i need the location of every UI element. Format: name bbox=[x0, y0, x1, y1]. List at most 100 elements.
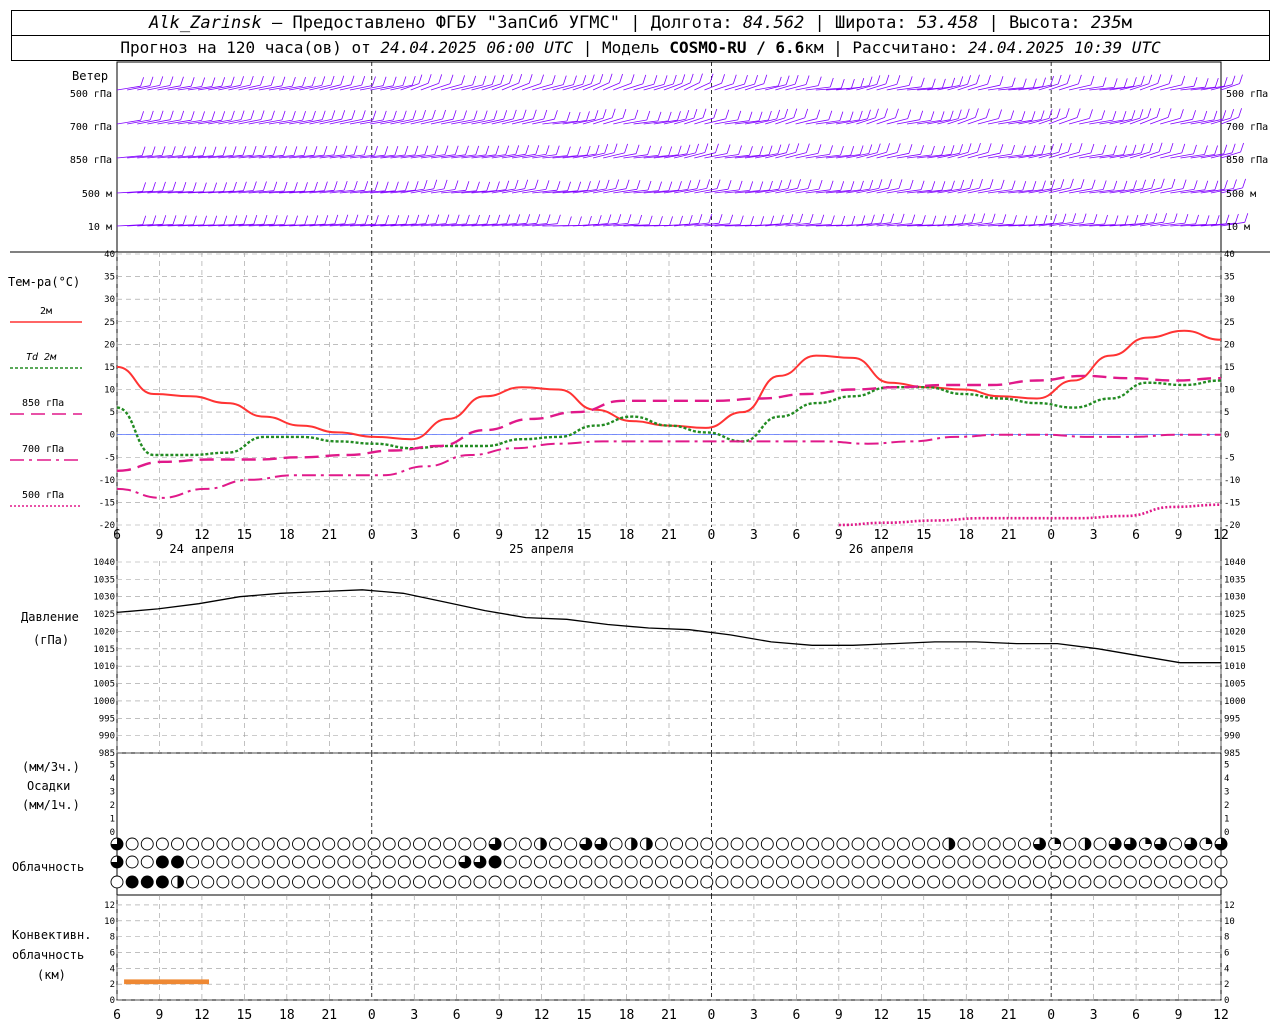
wind-barb-feather bbox=[663, 75, 668, 85]
wind-barb-feather bbox=[333, 181, 338, 191]
cloud-cover-mark bbox=[972, 875, 986, 889]
wind-barb-feather bbox=[594, 110, 599, 120]
wind-barb-feather bbox=[496, 181, 500, 191]
wind-barb-feather bbox=[340, 75, 345, 85]
cloud-cover-mark bbox=[549, 875, 563, 889]
cloud-circle bbox=[261, 875, 275, 889]
cloud-circle bbox=[140, 875, 154, 889]
cloud-fill bbox=[1205, 838, 1212, 844]
cloud-cover-mark bbox=[125, 855, 139, 869]
wind-barb-feather bbox=[768, 110, 772, 121]
cloud-fill bbox=[177, 876, 184, 889]
cloud-cover-mark bbox=[292, 855, 305, 869]
wind-barb bbox=[349, 85, 373, 91]
wind-barb-feather bbox=[522, 109, 527, 119]
wind-barb-feather bbox=[169, 110, 174, 120]
wind-barb-feather bbox=[341, 110, 346, 120]
conv-unit: (км) bbox=[37, 968, 66, 982]
wind-barb-feather bbox=[998, 109, 1002, 119]
wind-barb-feather bbox=[182, 146, 186, 156]
wind-barb-feather bbox=[435, 214, 440, 224]
pressure-title: Давление bbox=[21, 610, 79, 624]
cloud-circle bbox=[1169, 855, 1183, 869]
x-tick-label: 9 bbox=[1175, 528, 1183, 543]
wind-barb-feather bbox=[395, 181, 399, 191]
cloud-circle bbox=[307, 837, 321, 851]
cloud-cover-mark bbox=[1033, 855, 1046, 869]
wind-barb-feather bbox=[141, 146, 146, 156]
wind-barb-feather bbox=[454, 145, 459, 155]
cloud-cover-mark bbox=[292, 875, 305, 889]
wind-barb-feather bbox=[1043, 214, 1048, 225]
cloud-circle bbox=[927, 875, 941, 889]
wind-barb-feather bbox=[718, 214, 723, 224]
wind-barb-feather bbox=[1192, 110, 1196, 120]
wind-barb-feather bbox=[361, 110, 366, 120]
wind-barb-feather bbox=[797, 179, 801, 189]
wind-barb-feather bbox=[749, 146, 753, 156]
wind-barb-feather bbox=[975, 108, 979, 118]
wind-barb-feather bbox=[1114, 215, 1119, 225]
cloud-cover-mark bbox=[1214, 855, 1228, 869]
y-tick-label: 10 bbox=[104, 917, 115, 927]
y-tick-label: 1030 bbox=[1224, 593, 1246, 603]
wind-barb-feather bbox=[1032, 145, 1036, 155]
wind-barb-feather bbox=[1072, 213, 1077, 223]
wind-barb-feather bbox=[190, 77, 195, 87]
cloud-cover-mark bbox=[171, 837, 184, 851]
wind-barb-feather bbox=[555, 145, 560, 155]
cloud-cover-mark bbox=[186, 875, 200, 889]
cloud-circle bbox=[881, 855, 895, 869]
wind-barb-feather bbox=[1132, 144, 1137, 155]
wind-barb-feather bbox=[931, 181, 936, 191]
y-tick-label: -15 bbox=[1224, 498, 1240, 508]
wind-barb-feather bbox=[567, 146, 571, 156]
wind-barb-feather bbox=[330, 75, 335, 86]
x-tick-label: 3 bbox=[1090, 528, 1098, 543]
cloud-circle bbox=[972, 875, 986, 889]
wind-barb-feather bbox=[242, 146, 247, 156]
cloud-circle bbox=[246, 837, 260, 851]
wind-barb-feather bbox=[806, 143, 810, 153]
wind-barb-feather bbox=[582, 75, 587, 85]
cloud-cover-mark bbox=[367, 875, 381, 889]
wind-barb bbox=[1048, 83, 1068, 91]
wind-barb-feather bbox=[482, 75, 487, 86]
y-tick-label: 10 bbox=[104, 386, 115, 396]
wind-barb bbox=[684, 117, 704, 125]
wind-barb-feather bbox=[303, 146, 308, 156]
wind-barb-feather bbox=[393, 110, 397, 121]
wind-barb-feather bbox=[677, 111, 681, 121]
cloud-cover-mark bbox=[382, 855, 396, 869]
cloud-cover-mark bbox=[110, 875, 124, 889]
wind-barb-feather bbox=[942, 215, 947, 225]
cloud-cover-mark bbox=[367, 837, 381, 851]
cloud-cover-mark bbox=[231, 855, 245, 869]
wind-level-label-right: 700 гПа bbox=[1226, 122, 1269, 133]
wind-barb-feather bbox=[545, 180, 550, 190]
cloud-circle bbox=[715, 837, 729, 851]
cloud-circle bbox=[503, 837, 517, 851]
y-tick-label: 20 bbox=[1224, 340, 1235, 350]
cloud-cover-mark bbox=[110, 837, 124, 851]
cloud-circle bbox=[836, 855, 850, 869]
cloud-cover-mark bbox=[1002, 837, 1016, 851]
wind-barb-feather bbox=[851, 215, 856, 226]
cloud-cover-mark bbox=[866, 875, 880, 889]
wind-barb-feather bbox=[602, 109, 607, 119]
x-tick-label: 6 bbox=[113, 1008, 121, 1023]
wind-barb-feather bbox=[898, 179, 903, 189]
wind-barb-feather bbox=[1193, 180, 1198, 190]
wind-barb-feather bbox=[1053, 214, 1057, 224]
wind-barb-feather bbox=[536, 214, 541, 224]
wind-barb bbox=[1058, 83, 1079, 91]
cloud-cover-mark bbox=[866, 837, 880, 851]
cloud-circle bbox=[518, 855, 532, 869]
wind-barb-feather bbox=[273, 181, 278, 191]
wind-barb-feather bbox=[1223, 144, 1228, 154]
wind-barb-feather bbox=[849, 111, 854, 121]
wind-barb-feather bbox=[1231, 143, 1236, 153]
cloud-cover-mark bbox=[881, 837, 895, 851]
y-tick-label: 995 bbox=[99, 714, 115, 724]
wind-barb-feather bbox=[443, 179, 448, 190]
